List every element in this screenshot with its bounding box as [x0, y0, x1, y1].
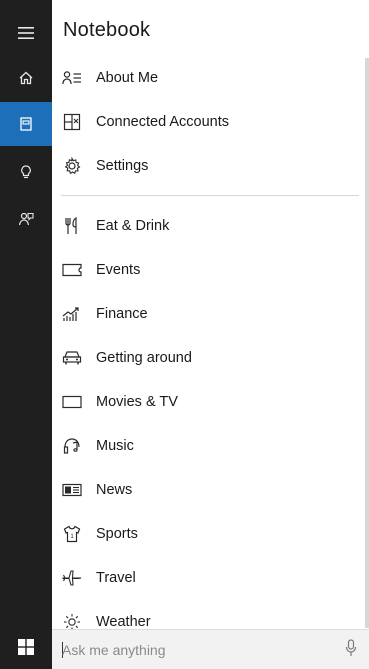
notebook-panel: Notebook About Me Connected Accounts Set… [52, 0, 369, 669]
microphone-icon [345, 638, 357, 662]
menu-item-settings[interactable]: Settings [52, 149, 357, 183]
taskbar [0, 629, 369, 669]
left-navigation-rail [0, 0, 52, 669]
menu-item-travel[interactable]: Travel [52, 561, 357, 595]
windows-logo-icon [18, 638, 34, 660]
microphone-button[interactable] [343, 638, 359, 662]
rail-notebook-button[interactable] [0, 102, 52, 146]
airplane-icon [60, 567, 84, 589]
scrollbar[interactable] [365, 58, 369, 628]
hamburger-icon [18, 26, 34, 40]
menu-item-label: Weather [96, 614, 151, 630]
menu-item-news[interactable]: News [52, 473, 357, 507]
car-icon [60, 347, 84, 369]
menu-item-connected-accounts[interactable]: Connected Accounts [52, 105, 357, 139]
connected-accounts-icon [60, 111, 84, 133]
menu-item-getting-around[interactable]: Getting around [52, 341, 357, 375]
search-input[interactable] [62, 639, 322, 661]
menu-item-label: Sports [96, 526, 138, 542]
gear-icon [60, 155, 84, 177]
menu-item-label: Movies & TV [96, 394, 178, 410]
start-button[interactable] [0, 629, 52, 669]
page-title: Notebook [63, 19, 151, 41]
menu-item-sports[interactable]: 1 Sports [52, 517, 357, 551]
svg-text:1: 1 [70, 534, 74, 540]
ticket-icon [60, 259, 84, 281]
newspaper-icon [60, 479, 84, 501]
rail-home-button[interactable] [0, 56, 52, 100]
menu-item-label: Travel [96, 570, 136, 586]
menu-item-label: Music [96, 438, 134, 454]
home-icon [18, 70, 34, 86]
menu-item-label: Finance [96, 306, 148, 322]
finance-chart-icon [60, 303, 84, 325]
music-icon [60, 435, 84, 457]
rail-reminders-button[interactable] [0, 150, 52, 194]
about-me-icon [60, 67, 84, 89]
screen-icon [60, 391, 84, 413]
fork-knife-icon [60, 215, 84, 237]
menu-item-events[interactable]: Events [52, 253, 357, 287]
search-box [52, 629, 369, 669]
menu-item-label: Events [96, 262, 141, 278]
menu-item-label: News [96, 482, 133, 498]
jersey-icon: 1 [60, 523, 84, 545]
cortana-notebook-window: Notebook About Me Connected Accounts Set… [0, 0, 369, 669]
menu-item-finance[interactable]: Finance [52, 297, 357, 331]
lightbulb-icon [18, 164, 34, 180]
rail-feedback-button[interactable] [0, 197, 52, 241]
menu-item-music[interactable]: Music [52, 429, 357, 463]
menu-item-about-me[interactable]: About Me [52, 61, 357, 95]
section-divider [61, 195, 359, 196]
menu-item-label: About Me [96, 70, 159, 86]
notebook-icon [18, 116, 34, 132]
menu-item-label: Connected Accounts [96, 114, 230, 130]
menu-item-label: Eat & Drink [96, 218, 170, 234]
menu-item-eat-drink[interactable]: Eat & Drink [52, 209, 357, 243]
menu-item-movies-tv[interactable]: Movies & TV [52, 385, 357, 419]
rail-menu-button[interactable] [0, 11, 52, 55]
menu-item-label: Getting around [96, 350, 192, 366]
menu-item-label: Settings [96, 158, 149, 174]
feedback-icon [18, 211, 34, 227]
